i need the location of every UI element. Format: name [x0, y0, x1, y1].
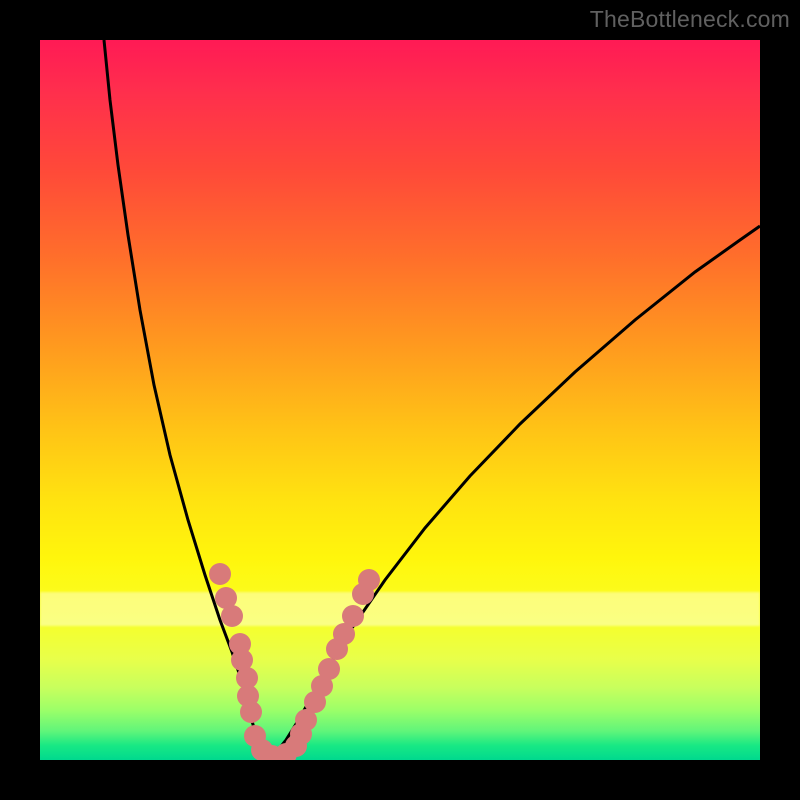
marker-dot: [318, 658, 340, 680]
marker-dot: [342, 605, 364, 627]
marker-dot: [209, 563, 231, 585]
right-curve: [272, 226, 760, 754]
marker-dot: [358, 569, 380, 591]
marker-dots: [209, 563, 380, 760]
chart-svg: [40, 40, 760, 760]
black-frame: TheBottleneck.com: [0, 0, 800, 800]
watermark-text: TheBottleneck.com: [590, 6, 790, 33]
marker-dot: [221, 605, 243, 627]
plot-area: [40, 40, 760, 760]
marker-dot: [240, 701, 262, 723]
